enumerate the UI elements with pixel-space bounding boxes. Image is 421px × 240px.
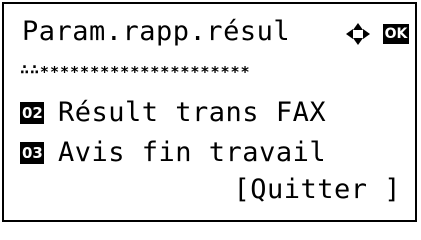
menu-item-label: Résult trans FAX — [58, 97, 327, 128]
menu-item-number-badge: 02 — [20, 102, 44, 124]
title-separator: ∴∴∗∗∗∗∗∗∗∗∗∗∗∗∗∗∗∗∗∗∗∗∗ — [20, 60, 251, 78]
menu-item-number-badge: 03 — [20, 142, 44, 164]
ok-icon: OK — [383, 24, 409, 44]
menu-item-avis-fin-travail[interactable]: 03 Avis fin travail — [20, 137, 326, 169]
screen-title: Param.rapp.résul — [22, 16, 291, 47]
lcd-display: Param.rapp.résul OK ∴∴∗∗∗∗∗∗∗∗∗∗∗∗∗∗∗∗∗∗… — [2, 2, 417, 222]
menu-item-label: Avis fin travail — [58, 137, 327, 168]
nav-controls: OK — [345, 22, 409, 46]
menu-item-result-trans-fax[interactable]: 02 Résult trans FAX — [20, 97, 326, 129]
up-down-arrows-icon — [346, 23, 370, 45]
quit-button[interactable]: [Quitter ] — [233, 174, 401, 206]
